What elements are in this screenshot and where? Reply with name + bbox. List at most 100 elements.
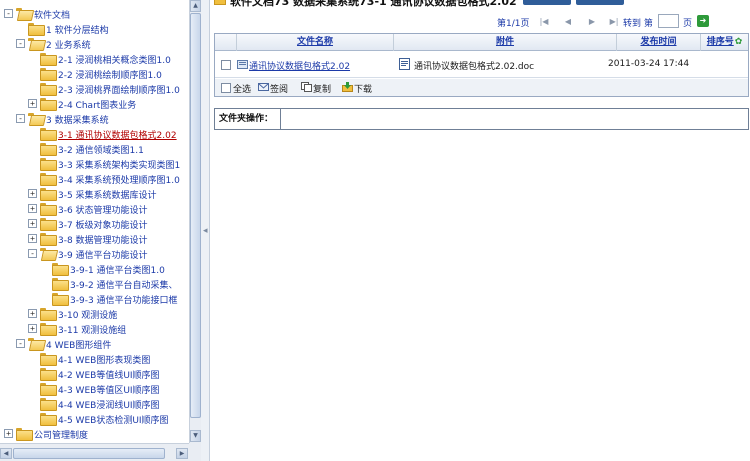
header-button-1[interactable] xyxy=(523,0,571,5)
tree-node-label[interactable]: 3-9-1 通信平台类图1.0 xyxy=(70,263,165,276)
tree-node[interactable]: - 2 业务系统 xyxy=(0,36,189,51)
tree-node[interactable]: 4-2 WEB等值线UI顺序图 xyxy=(0,366,189,381)
tree-node-label[interactable]: 3 数据采集系统 xyxy=(46,113,109,126)
tree-node[interactable]: 2-1 浸润桃相关概念类图1.0 xyxy=(0,51,189,66)
tree-node[interactable]: 4-5 WEB状态检测UI顺序图 xyxy=(0,411,189,426)
tree-node-label[interactable]: 3-1 通讯协议数据包格式2.02 xyxy=(58,128,177,141)
tree-node[interactable]: 4-1 WEB图形表现类图 xyxy=(0,351,189,366)
tree-node-label[interactable]: 4-3 WEB等值区UI顺序图 xyxy=(58,383,160,396)
tree-node[interactable]: +3-11 观测设施组 xyxy=(0,321,189,336)
scroll-down-arrow-icon[interactable]: ▼ xyxy=(190,430,201,442)
tree-node-label[interactable]: 3-6 状态管理功能设计 xyxy=(58,203,148,216)
scroll-thumb[interactable] xyxy=(190,13,201,418)
review-icon[interactable] xyxy=(258,82,269,92)
tree-node[interactable]: 3-9-3 通信平台功能接口框 xyxy=(0,291,189,306)
column-header-time[interactable]: 发布时间 xyxy=(617,34,701,51)
select-all-checkbox[interactable] xyxy=(221,83,231,93)
tree-node[interactable]: - 软件文档 xyxy=(0,6,189,21)
tree-node[interactable]: 4-4 WEB浸润线UI顺序图 xyxy=(0,396,189,411)
collapse-toggle-icon[interactable]: - xyxy=(4,9,13,18)
tree-node-label[interactable]: 3-2 通信领域类图1.1 xyxy=(58,143,144,156)
column-header-attachment[interactable]: 附件 xyxy=(394,34,617,51)
tree-node-label[interactable]: 3-4 采集系统预处理顺序图1.0 xyxy=(58,173,180,186)
column-header-order[interactable]: 排序号✿ xyxy=(701,34,748,51)
tree-node[interactable]: +3-6 状态管理功能设计 xyxy=(0,201,189,216)
tree-node-label[interactable]: 3-8 数据管理功能设计 xyxy=(58,233,148,246)
tree-node[interactable]: 3-9-1 通信平台类图1.0 xyxy=(0,261,189,276)
expand-toggle-icon[interactable]: + xyxy=(28,234,37,243)
expand-toggle-icon[interactable]: + xyxy=(28,324,37,333)
download-button[interactable]: 下载 xyxy=(354,82,372,95)
tree-node[interactable]: - 3 数据采集系统 xyxy=(0,111,189,126)
tree-node[interactable]: +3-8 数据管理功能设计 xyxy=(0,231,189,246)
scroll-left-arrow-icon[interactable]: ◀ xyxy=(0,448,12,459)
attachment-link[interactable]: 通讯协议数据包格式2.02.doc xyxy=(414,59,534,72)
collapse-toggle-icon[interactable]: - xyxy=(16,39,25,48)
last-page-icon[interactable]: ▶| xyxy=(609,16,619,27)
tree-node-label[interactable]: 3-5 采集系统数据库设计 xyxy=(58,188,157,201)
tree-node-label[interactable]: 2-2 浸润桃绘制顺序图1.0 xyxy=(58,68,162,81)
tree-node[interactable]: +3-5 采集系统数据库设计 xyxy=(0,186,189,201)
tree-node[interactable]: 3-4 采集系统预处理顺序图1.0 xyxy=(0,171,189,186)
scroll-right-arrow-icon[interactable]: ▶ xyxy=(176,448,188,459)
tree-node-label[interactable]: 2 业务系统 xyxy=(46,38,91,51)
tree-node-label[interactable]: 3-9-3 通信平台功能接口框 xyxy=(70,293,178,306)
column-header-name[interactable]: 文件名称 xyxy=(237,34,394,51)
first-page-icon[interactable]: |◀ xyxy=(539,16,549,27)
tree-node[interactable]: - 3-9 通信平台功能设计 xyxy=(0,246,189,261)
tree-node-label[interactable]: 2-1 浸润桃相关概念类图1.0 xyxy=(58,53,171,66)
copy-icon[interactable] xyxy=(301,82,312,92)
tree-node-label[interactable]: 软件文档 xyxy=(34,8,70,21)
file-name-link[interactable]: 通讯协议数据包格式2.02 xyxy=(249,59,350,72)
tree-node-label[interactable]: 4-2 WEB等值线UI顺序图 xyxy=(58,368,160,381)
tree-node[interactable]: - 4 WEB图形组件 xyxy=(0,336,189,351)
tree-node-label[interactable]: 3-9-2 通信平台自动采集、 xyxy=(70,278,178,291)
tree-node[interactable]: + 公司管理制度 xyxy=(0,426,189,441)
tree-node-label[interactable]: 2-4 Chart图表业务 xyxy=(58,98,136,111)
tree-node-label[interactable]: 3-3 采集系统架构类实现类图1 xyxy=(58,158,180,171)
tree-node[interactable]: 4-3 WEB等值区UI顺序图 xyxy=(0,381,189,396)
go-arrow-icon[interactable]: ➜ xyxy=(697,15,709,27)
tree-node-label[interactable]: 3-7 板级对象功能设计 xyxy=(58,218,148,231)
expand-toggle-icon[interactable]: + xyxy=(28,204,37,213)
header-button-2[interactable] xyxy=(576,0,624,5)
sort-up-icon[interactable]: ✿ xyxy=(735,34,743,51)
tree-node-label[interactable]: 4-4 WEB浸润线UI顺序图 xyxy=(58,398,160,411)
tree-node[interactable]: 3-9-2 通信平台自动采集、 xyxy=(0,276,189,291)
collapse-arrow-icon[interactable]: ◂ xyxy=(203,226,208,236)
expand-toggle-icon[interactable]: + xyxy=(28,309,37,318)
collapse-toggle-icon[interactable]: - xyxy=(16,339,25,348)
review-button[interactable]: 签阅 xyxy=(270,82,288,95)
tree-node-label[interactable]: 4-5 WEB状态检测UI顺序图 xyxy=(58,413,169,426)
scroll-up-arrow-icon[interactable]: ▲ xyxy=(190,0,201,12)
tree-node-label[interactable]: 3-11 观测设施组 xyxy=(58,323,126,336)
tree-node[interactable]: +3-7 板级对象功能设计 xyxy=(0,216,189,231)
collapse-toggle-icon[interactable]: - xyxy=(16,114,25,123)
expand-toggle-icon[interactable]: + xyxy=(28,99,37,108)
prev-page-icon[interactable]: ◀ xyxy=(563,16,573,27)
panel-splitter[interactable]: ◂ xyxy=(201,0,210,461)
row-checkbox[interactable] xyxy=(221,60,231,70)
tree-node-label[interactable]: 4-1 WEB图形表现类图 xyxy=(58,353,150,366)
tree-node[interactable]: +2-4 Chart图表业务 xyxy=(0,96,189,111)
tree-node-label[interactable]: 3-10 观测设施 xyxy=(58,308,117,321)
tree-horizontal-scrollbar[interactable]: ◀ ▶ xyxy=(0,443,189,461)
expand-toggle-icon[interactable]: + xyxy=(4,429,13,438)
tree-vertical-scrollbar[interactable]: ▲ ▼ xyxy=(189,0,201,443)
tree-node-label[interactable]: 4 WEB图形组件 xyxy=(46,338,111,351)
tree-node[interactable]: 2-2 浸润桃绘制顺序图1.0 xyxy=(0,66,189,81)
tree-node[interactable]: 3-2 通信领域类图1.1 xyxy=(0,141,189,156)
select-all-label[interactable]: 全选 xyxy=(233,82,251,95)
tree-node-label[interactable]: 公司管理制度 xyxy=(34,428,88,441)
tree-node[interactable]: 1 软件分层结构 xyxy=(0,21,189,36)
tree-node[interactable]: 3-3 采集系统架构类实现类图1 xyxy=(0,156,189,171)
tree-node[interactable]: +3-10 观测设施 xyxy=(0,306,189,321)
tree-node[interactable]: 2-3 浸润桃界面绘制顺序图1.0 xyxy=(0,81,189,96)
tree-node-label[interactable]: 3-9 通信平台功能设计 xyxy=(58,248,148,261)
collapse-toggle-icon[interactable]: - xyxy=(28,249,37,258)
expand-toggle-icon[interactable]: + xyxy=(28,189,37,198)
download-icon[interactable] xyxy=(342,82,353,92)
tree-node-label[interactable]: 1 软件分层结构 xyxy=(46,23,109,36)
goto-page-input[interactable] xyxy=(658,14,679,28)
expand-toggle-icon[interactable]: + xyxy=(28,219,37,228)
